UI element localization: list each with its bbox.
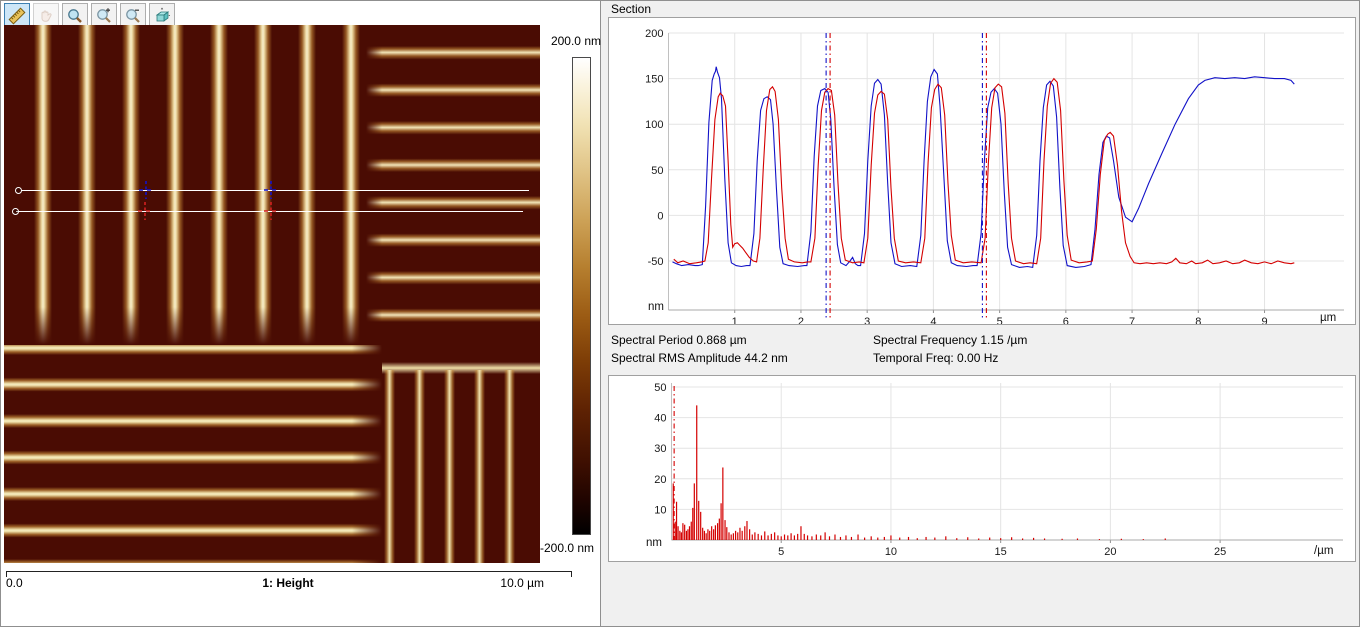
- spectrum-xtick: 10: [885, 546, 897, 558]
- spectrum-ytick: 30: [654, 443, 666, 455]
- section-xtick: 8: [1195, 316, 1201, 324]
- section-panel-title: Section: [611, 2, 651, 16]
- nanoscope-section-view: 0.0 1: Height 10.0 µm 200.0 nm -200.0 nm…: [0, 0, 1360, 627]
- spectrum-chart[interactable]: 10 20 30 40 50 5 10 15 20 25: [608, 375, 1356, 562]
- spectrum-xtick: 20: [1104, 546, 1116, 558]
- section-ytick: 150: [645, 74, 663, 86]
- spectrum-xtick: 15: [995, 546, 1007, 558]
- section-line-2-cursor-b[interactable]: [264, 201, 278, 221]
- section-xtick: 2: [798, 316, 804, 324]
- spectrum-y-unit: nm: [620, 537, 662, 549]
- spectrum-ytick: 20: [654, 474, 666, 486]
- height-colorbar[interactable]: [572, 57, 591, 535]
- section-chart-plot[interactable]: 200 150 100 50 0 -50 1 2 3 4 5 6 7 8 9: [609, 18, 1355, 324]
- spectrum-xtick: 5: [778, 546, 784, 558]
- section-ytick: -50: [648, 256, 664, 268]
- stat-spectral-frequency: Spectral Frequency 1.15 /µm: [873, 333, 1027, 347]
- section-ytick: 100: [645, 119, 663, 131]
- grating-horizontal-stripes-top-right: [366, 25, 540, 343]
- section-line-1-handle[interactable]: [15, 187, 22, 194]
- grating-vertical-stripes-top-left: [4, 25, 366, 347]
- stripe-fade: [366, 25, 382, 343]
- section-ytick: 50: [651, 165, 663, 177]
- spectrum-chart-plot[interactable]: 10 20 30 40 50 5 10 15 20 25: [609, 376, 1355, 561]
- section-chart[interactable]: 200 150 100 50 0 -50 1 2 3 4 5 6 7 8 9: [608, 17, 1356, 325]
- section-xtick: 5: [997, 316, 1003, 324]
- stat-spectral-period: Spectral Period 0.868 µm: [611, 333, 747, 347]
- stripe-fade: [4, 307, 366, 349]
- spectrum-xtick: 25: [1214, 546, 1226, 558]
- magnifier-minus-icon: [124, 7, 142, 25]
- section-ytick: 0: [657, 210, 663, 222]
- magnifier-plus-icon: [95, 7, 113, 25]
- section-xtick: 3: [864, 316, 870, 324]
- image-panel: 0.0 1: Height 10.0 µm 200.0 nm -200.0 nm: [0, 0, 601, 627]
- stat-spectral-rms: Spectral RMS Amplitude 44.2 nm: [611, 351, 788, 365]
- section-xtick: 1: [732, 316, 738, 324]
- section-line-2-cursor-a[interactable]: [138, 201, 152, 221]
- colorbar-min-label: -200.0 nm: [512, 541, 594, 555]
- scale-end-label: 10.0 µm: [444, 576, 544, 590]
- section-ytick: 200: [645, 28, 663, 40]
- stat-temporal-freq: Temporal Freq: 0.00 Hz: [873, 351, 998, 365]
- section-xtick: 7: [1129, 316, 1135, 324]
- section-line-1-cursor-a[interactable]: [139, 180, 153, 200]
- spectrum-ytick: 10: [654, 504, 666, 516]
- grating-vertical-stripes-bottom-right: [384, 370, 540, 563]
- section-x-unit: µm: [1320, 312, 1336, 324]
- hand-icon: [37, 7, 55, 25]
- stripe-fade: [352, 345, 382, 563]
- spectrum-ytick: 50: [654, 382, 666, 394]
- section-line-1-cursor-b[interactable]: [264, 180, 278, 200]
- section-y-unit: nm: [622, 301, 664, 313]
- section-xtick: 9: [1261, 316, 1267, 324]
- section-xtick: 6: [1063, 316, 1069, 324]
- cube-arrows-icon: [153, 7, 171, 25]
- spectrum-bars: [673, 405, 1165, 540]
- magnifier-icon: [66, 7, 84, 25]
- section-xtick: 4: [930, 316, 936, 324]
- grating-horizontal-stripes-bottom-left: [4, 345, 382, 563]
- colorbar-max-label: 200.0 nm: [519, 34, 601, 48]
- spectrum-x-unit: /µm: [1314, 545, 1333, 557]
- section-line-2-handle[interactable]: [12, 208, 19, 215]
- afm-height-image[interactable]: [4, 25, 540, 563]
- spectrum-ytick: 40: [654, 413, 666, 425]
- profile-1-blue-trace: [673, 67, 1295, 268]
- ruler-icon: [8, 7, 26, 25]
